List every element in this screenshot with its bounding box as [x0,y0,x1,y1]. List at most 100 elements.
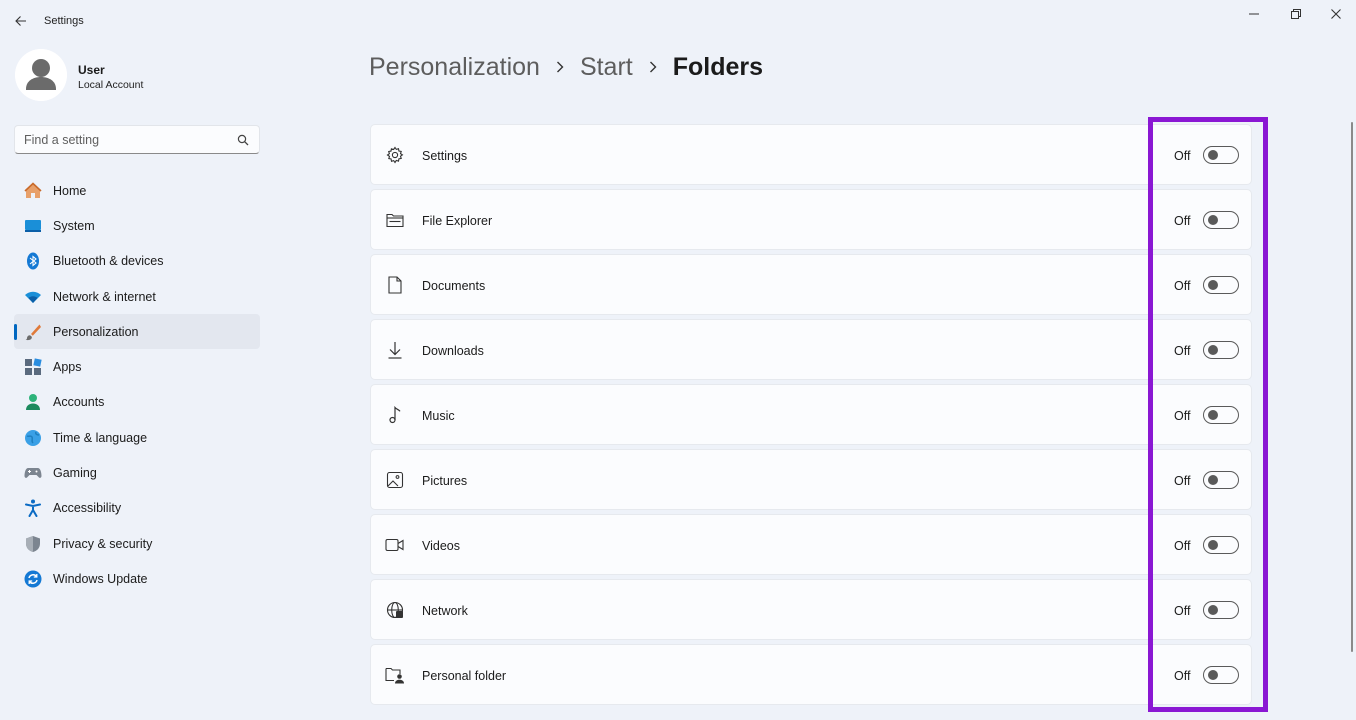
sidebar-item-label: Home [53,183,87,198]
paintbrush-icon [23,322,43,342]
folder-label: Documents [422,279,486,293]
toggle-state-label: Off [1174,344,1191,358]
folder-label: Personal folder [422,669,507,683]
accounts-icon [23,392,43,412]
toggle-knob [1208,475,1218,485]
sidebar-item-privacy[interactable]: Privacy & security [14,526,260,561]
folder-row-pictures: Pictures Off [370,449,1252,510]
network-toggle[interactable] [1203,601,1239,619]
sidebar-item-apps[interactable]: Apps [14,349,260,384]
sidebar-item-label: System [53,218,95,233]
toggle-state-label: Off [1174,474,1191,488]
folder-label: Videos [422,539,460,553]
toggle-state-label: Off [1174,214,1191,228]
chevron-right-icon [633,57,673,77]
sidebar-item-label: Apps [53,360,82,375]
sidebar-item-label: Bluetooth & devices [53,254,164,269]
sidebar-item-label: Accessibility [53,501,122,516]
wifi-icon [23,287,43,307]
download-icon [385,340,405,360]
back-button[interactable] [10,11,32,31]
scrollbar[interactable] [1351,122,1353,652]
sidebar-nav: Home System Bluetooth & devices Network … [14,173,260,597]
sidebar-item-system[interactable]: System [14,208,260,243]
minimize-button[interactable] [1242,6,1266,22]
sidebar-item-windows-update[interactable]: Windows Update [14,561,260,596]
close-button[interactable] [1324,6,1348,22]
breadcrumb: Personalization Start Folders [369,50,763,84]
search-icon [237,134,249,146]
search-input[interactable] [24,133,224,147]
folder-row-music: Music Off [370,384,1252,445]
toggle-knob [1208,605,1218,615]
sidebar-item-bluetooth[interactable]: Bluetooth & devices [14,244,260,279]
restore-icon [1291,9,1301,19]
sidebar-item-label: Accounts [53,395,105,410]
file-explorer-toggle[interactable] [1203,211,1239,229]
close-icon [1331,9,1341,19]
folder-row-settings: Settings Off [370,124,1252,185]
toggle-knob [1208,215,1218,225]
folder-row-file-explorer: File Explorer Off [370,189,1252,250]
user-avatar-icon [15,49,67,101]
documents-toggle[interactable] [1203,276,1239,294]
file-explorer-icon [385,210,405,230]
sidebar-item-accessibility[interactable]: Accessibility [14,491,260,526]
breadcrumb-start[interactable]: Start [580,53,633,82]
globe-clock-icon [23,428,43,448]
toggle-state-label: Off [1174,149,1191,163]
sidebar-item-label: Network & internet [53,289,156,304]
system-icon [23,216,43,236]
music-note-icon [385,405,405,425]
sidebar-item-personalization[interactable]: Personalization [14,314,260,350]
folder-row-network: Network Off [370,579,1252,640]
shield-icon [23,534,43,554]
search-box[interactable] [14,125,260,154]
music-toggle[interactable] [1203,406,1239,424]
folder-label: Downloads [422,344,484,358]
title-bar: Settings [0,0,1356,42]
toggle-state-label: Off [1174,604,1191,618]
folder-label: Network [422,604,468,618]
toggle-knob [1208,345,1218,355]
toggle-knob [1208,410,1218,420]
app-title: Settings [44,15,84,27]
folder-row-videos: Videos Off [370,514,1252,575]
sidebar-item-accounts[interactable]: Accounts [14,385,260,420]
bluetooth-icon [23,251,43,271]
settings-toggle[interactable] [1203,146,1239,164]
minimize-icon [1249,13,1259,15]
folder-label: File Explorer [422,214,493,228]
toggle-knob [1208,540,1218,550]
sidebar-item-gaming[interactable]: Gaming [14,455,260,490]
folder-label: Music [422,409,455,423]
avatar[interactable] [15,49,67,101]
downloads-toggle[interactable] [1203,341,1239,359]
apps-icon [23,357,43,377]
video-icon [385,535,405,555]
chevron-right-icon [540,57,580,77]
toggle-state-label: Off [1174,539,1191,553]
folder-row-documents: Documents Off [370,254,1252,315]
personal-folder-toggle[interactable] [1203,666,1239,684]
folder-label: Settings [422,149,468,163]
toggle-state-label: Off [1174,409,1191,423]
document-icon [385,275,405,295]
accessibility-icon [23,498,43,518]
gear-icon [385,145,405,165]
breadcrumb-personalization[interactable]: Personalization [369,53,540,82]
folders-list: Settings Off File Explorer Off Documents… [370,124,1252,709]
account-type: Local Account [78,79,144,91]
folder-row-personal-folder: Personal folder Off [370,644,1252,705]
videos-toggle[interactable] [1203,536,1239,554]
sidebar-item-label: Time & language [53,430,148,445]
pictures-toggle[interactable] [1203,471,1239,489]
update-icon [23,569,43,589]
sidebar-item-time-language[interactable]: Time & language [14,420,260,455]
restore-button[interactable] [1284,6,1308,22]
page-title: Folders [672,52,764,81]
toggle-state-label: Off [1174,669,1191,683]
sidebar-item-home[interactable]: Home [14,173,260,208]
personal-folder-icon [385,665,405,685]
sidebar-item-network[interactable]: Network & internet [14,279,260,314]
